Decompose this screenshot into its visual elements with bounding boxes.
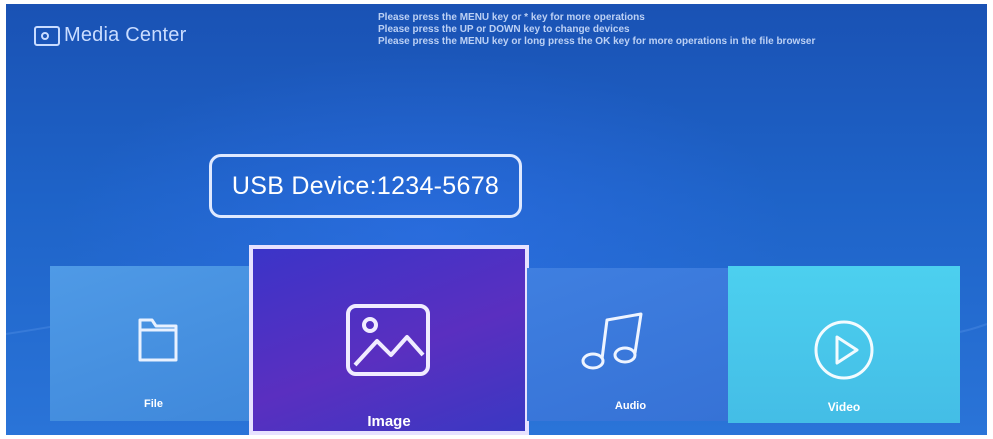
tile-video-label: Video <box>827 400 861 414</box>
tile-image-label: Image <box>367 413 411 430</box>
tile-video[interactable]: Video <box>728 266 960 423</box>
image-icon <box>346 304 430 376</box>
app-title: Media Center <box>34 24 186 47</box>
hint-line: Please press the UP or DOWN key to chang… <box>378 24 630 35</box>
tile-file[interactable]: File <box>50 266 257 421</box>
hint-line: Please press the MENU key or long press … <box>378 36 816 47</box>
folder-icon <box>138 318 178 362</box>
tile-audio-label: Audio <box>614 400 647 412</box>
tile-image[interactable]: Image <box>249 245 529 435</box>
play-circle-icon <box>814 320 874 380</box>
device-label: USB Device:1234-5678 <box>231 171 500 200</box>
app-title-text: Media Center <box>64 24 187 46</box>
usb-device-selector[interactable]: USB Device:1234-5678 <box>209 154 522 218</box>
music-note-icon <box>581 312 643 370</box>
tile-audio[interactable]: Audio <box>527 268 734 421</box>
media-center-screen: Media Center Please press the MENU key o… <box>6 4 987 435</box>
hint-line: Please press the MENU key or * key for m… <box>378 12 645 23</box>
help-hints: Please press the MENU key or * key for m… <box>378 12 815 48</box>
media-center-logo-icon <box>34 25 60 46</box>
tile-file-label: File <box>144 398 163 410</box>
